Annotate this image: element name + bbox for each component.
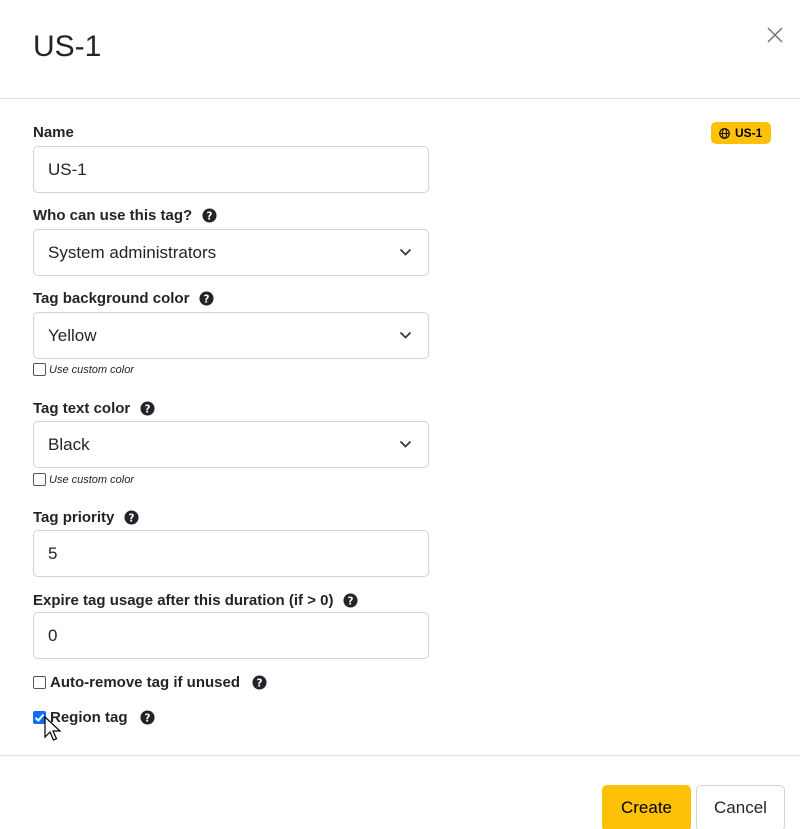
svg-text:?: ?: [129, 512, 135, 524]
text-color-label: Tag text color ?: [33, 400, 155, 417]
svg-text:?: ?: [207, 210, 213, 222]
svg-text:?: ?: [144, 712, 150, 724]
close-icon: [767, 27, 783, 43]
who-can-use-label: Who can use this tag? ?: [33, 207, 217, 224]
tag-preview-label: US-1: [735, 126, 763, 140]
close-button[interactable]: [764, 24, 786, 46]
help-icon[interactable]: ?: [199, 291, 214, 306]
text-custom-color-checkbox[interactable]: [33, 473, 46, 486]
help-icon[interactable]: ?: [124, 510, 139, 525]
svg-text:?: ?: [348, 595, 354, 607]
text-color-select[interactable]: Black: [33, 421, 429, 468]
cancel-button[interactable]: Cancel: [696, 785, 785, 829]
auto-remove-checkbox[interactable]: [33, 676, 46, 689]
bg-custom-color-option: Use custom color: [33, 363, 134, 376]
help-icon[interactable]: ?: [343, 593, 359, 608]
svg-text:?: ?: [145, 403, 151, 415]
priority-label: Tag priority ?: [33, 509, 139, 526]
bg-custom-color-checkbox[interactable]: [33, 363, 46, 376]
name-input[interactable]: US-1: [33, 146, 429, 193]
modal-header: US-1: [0, 0, 800, 99]
expire-input[interactable]: 0: [33, 612, 429, 659]
name-label: Name: [33, 124, 74, 141]
bg-color-select[interactable]: Yellow: [33, 312, 429, 359]
globe-icon: [719, 127, 730, 139]
auto-remove-option: Auto-remove tag if unused ?: [33, 674, 267, 691]
help-icon[interactable]: ?: [139, 710, 155, 725]
expire-label: Expire tag usage after this duration (if…: [33, 592, 359, 609]
chevron-down-icon: [399, 248, 412, 256]
modal-title: US-1: [33, 30, 102, 63]
who-can-use-select[interactable]: System administrators: [33, 229, 429, 276]
chevron-down-icon: [399, 331, 412, 339]
priority-input[interactable]: 5: [33, 530, 429, 577]
mouse-cursor-icon: [44, 716, 62, 741]
help-icon[interactable]: ?: [252, 675, 267, 690]
tag-preview-badge: US-1: [711, 122, 772, 144]
help-icon[interactable]: ?: [202, 208, 217, 223]
bg-color-label: Tag background color ?: [33, 290, 214, 307]
text-custom-color-option: Use custom color: [33, 473, 134, 486]
create-button[interactable]: Create: [602, 785, 691, 829]
svg-text:?: ?: [204, 293, 210, 305]
help-icon[interactable]: ?: [140, 401, 155, 416]
svg-text:?: ?: [257, 677, 263, 689]
chevron-down-icon: [399, 440, 412, 448]
